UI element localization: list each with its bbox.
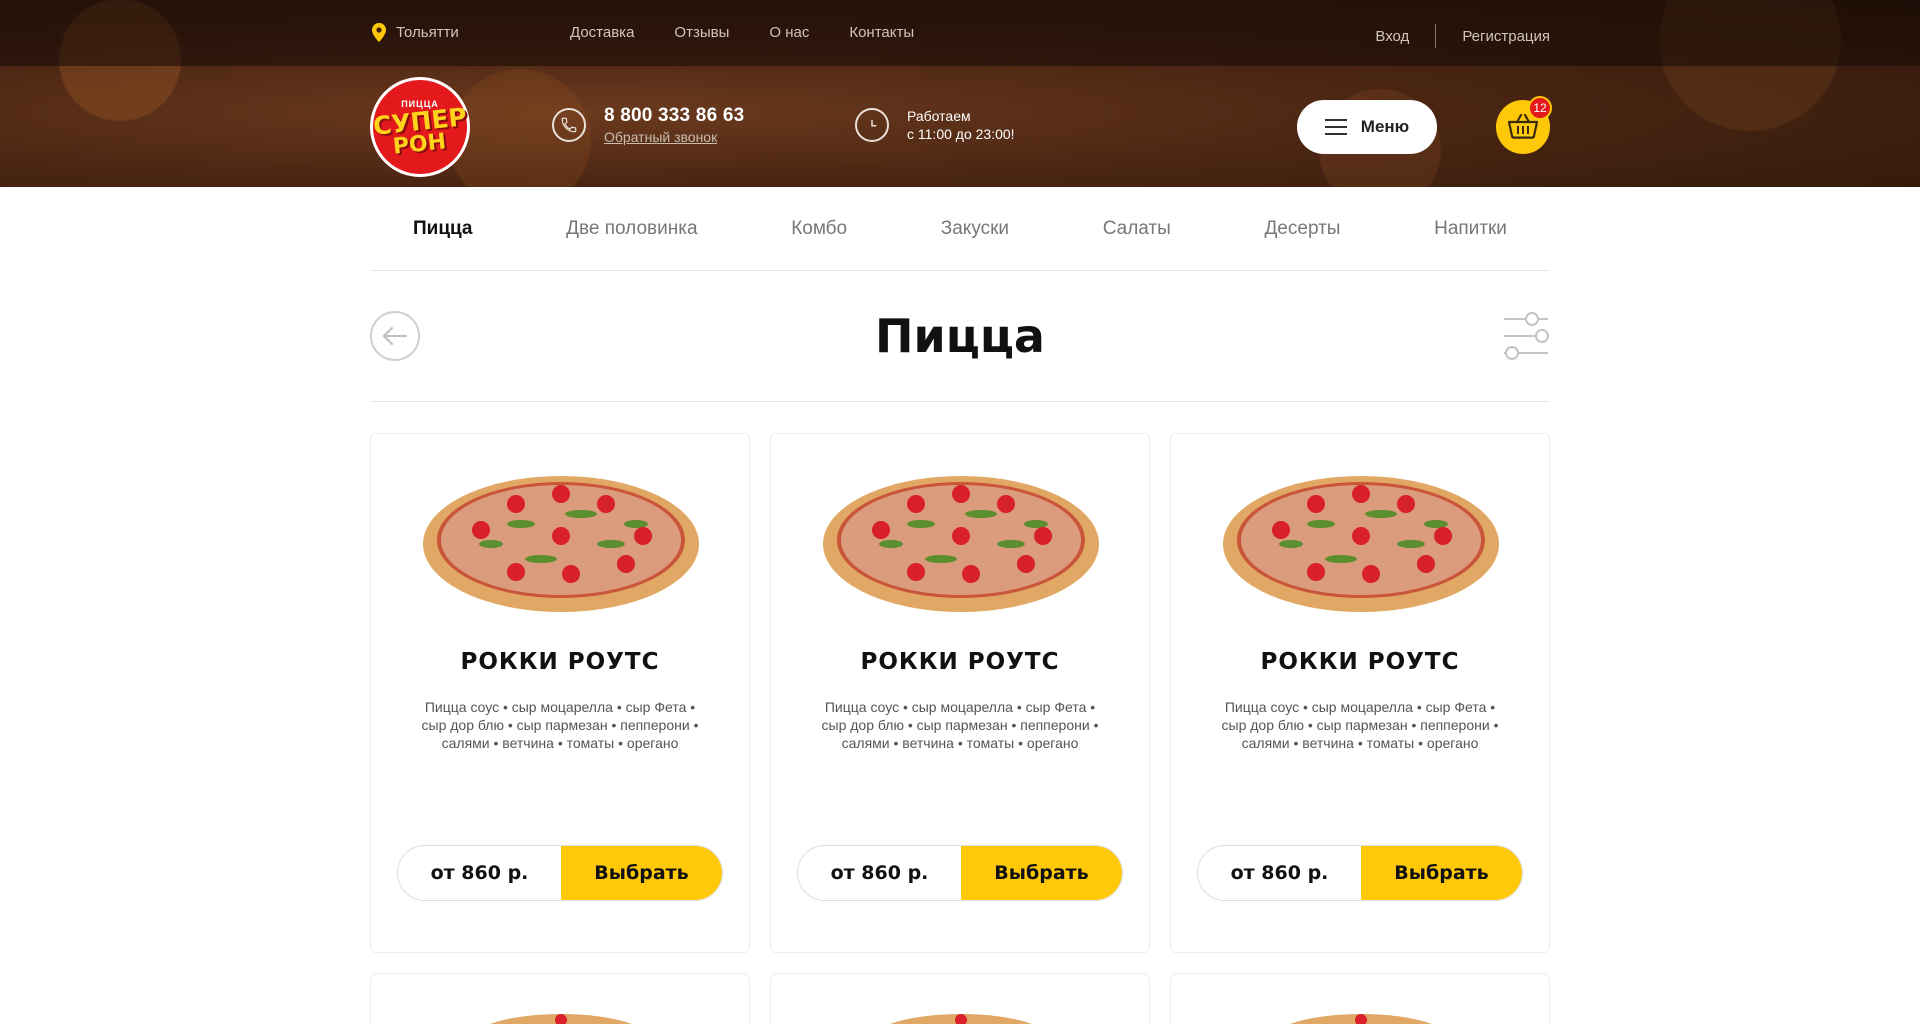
category-snacks[interactable]: Закуски [941,218,1009,240]
product-description: Пицца соус • сыр моцарелла • сыр Фета • … [821,699,1099,751]
top-nav: Доставка Отзывы О нас Контакты [570,24,954,41]
site-header: Тольятти Доставка Отзывы О нас Контакты … [0,0,1920,187]
pizza-image [1290,1014,1432,1024]
burger-icon [1324,119,1347,135]
product-card-partial [370,973,750,1024]
category-pizza[interactable]: Пицца [413,218,473,240]
product-card: РОККИ РОУТС Пицца соус • сыр моцарелла •… [1170,433,1550,953]
category-desserts[interactable]: Десерты [1264,218,1340,240]
category-combo[interactable]: Комбо [791,218,847,240]
nav-delivery[interactable]: Доставка [570,24,634,41]
price-row: от 860 р. Выбрать [397,845,723,901]
menu-label: Меню [1360,117,1410,136]
nav-reviews[interactable]: Отзывы [674,24,729,41]
cart-button[interactable]: 12 [1496,96,1552,154]
product-title[interactable]: РОККИ РОУТС [771,649,1149,675]
callback-link[interactable]: Обратный звонок [604,129,744,145]
login-link[interactable]: Вход [1375,28,1409,45]
category-nav: Пицца Две половинка Комбо Закуски Салаты… [370,187,1550,271]
city-selector[interactable]: Тольятти [372,23,459,42]
page-title: Пицца [875,309,1045,363]
phone-block: 8 800 333 86 63 Обратный звонок [552,105,744,145]
product-price: от 860 р. [430,862,529,884]
hours-block: Работаем с 11:00 до 23:00! [855,107,1015,143]
category-halves[interactable]: Две половинка [566,218,697,240]
pizza-image [823,476,1099,612]
product-price: от 860 р. [1230,862,1329,884]
clock-icon [855,108,889,142]
filter-button[interactable] [1502,311,1550,361]
nav-contacts[interactable]: Контакты [849,24,914,41]
sliders-icon [1504,312,1549,360]
map-pin-icon [372,23,386,42]
product-card: РОККИ РОУТС Пицца соус • сыр моцарелла •… [770,433,1150,953]
pizza-image [423,476,699,612]
phone-icon [552,108,586,142]
top-bar: Тольятти Доставка Отзывы О нас Контакты … [0,0,1920,66]
auth-links: Вход Регистрация [1375,24,1550,48]
choose-button[interactable]: Выбрать [961,846,1122,900]
register-link[interactable]: Регистрация [1462,28,1550,45]
product-card-partial [1170,973,1550,1024]
pizza-image [890,1014,1032,1024]
choose-button[interactable]: Выбрать [1361,846,1522,900]
product-price: от 860 р. [830,862,929,884]
page-heading: Пицца [370,271,1550,402]
menu-button[interactable]: Меню [1297,100,1437,154]
site-logo[interactable]: ПИЦЦА СУПЕР РОН [370,77,470,177]
logo-text-line2: РОН [392,128,448,160]
choose-button[interactable]: Выбрать [561,846,722,900]
city-label: Тольятти [396,24,459,41]
price-row: от 860 р. Выбрать [1197,845,1523,901]
nav-about[interactable]: О нас [769,24,809,41]
product-card-partial [770,973,1150,1024]
category-drinks[interactable]: Напитки [1434,218,1507,240]
phone-number[interactable]: 8 800 333 86 63 [604,105,744,127]
product-card: РОККИ РОУТС Пицца соус • сыр моцарелла •… [370,433,750,953]
product-title[interactable]: РОККИ РОУТС [1171,649,1549,675]
cart-count-badge: 12 [1528,96,1552,120]
pizza-image [1223,476,1499,612]
product-description: Пицца соус • сыр моцарелла • сыр Фета • … [1221,699,1499,751]
price-row: от 860 р. Выбрать [797,845,1123,901]
product-description: Пицца соус • сыр моцарелла • сыр Фета • … [421,699,699,751]
auth-divider [1435,24,1437,48]
pizza-image [490,1014,632,1024]
hours-line2: с 11:00 до 23:00! [907,126,1015,142]
product-title[interactable]: РОККИ РОУТС [371,649,749,675]
hours-line1: Работаем [907,108,971,124]
category-salads[interactable]: Салаты [1103,218,1171,240]
